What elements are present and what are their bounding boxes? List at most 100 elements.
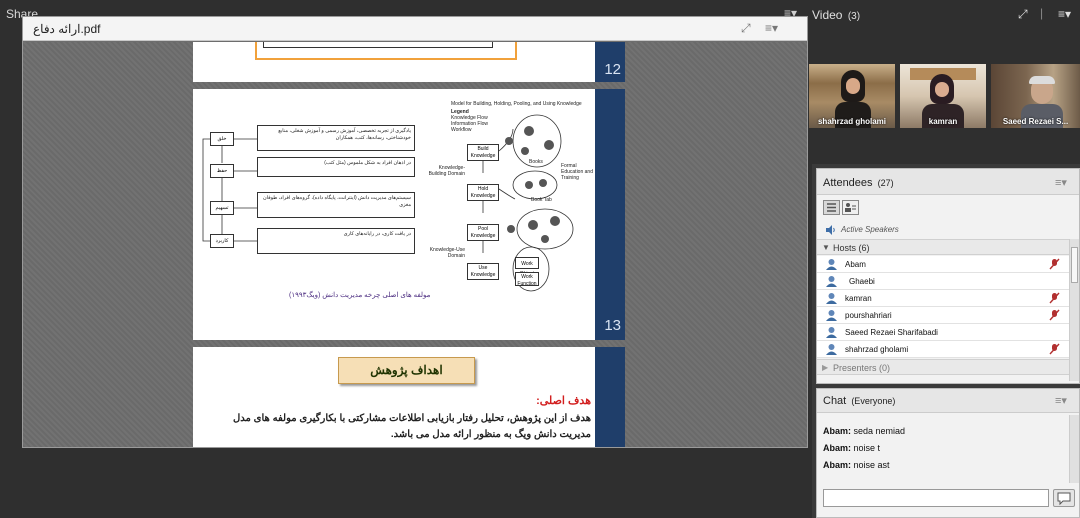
slide-12-inner-frame	[263, 42, 493, 48]
hosts-section[interactable]: ▼ Hosts (6)	[817, 239, 1069, 255]
side-label-books: Books	[529, 159, 543, 165]
list-view-icon	[827, 203, 836, 212]
chat-menu-icon[interactable]: ≡▾	[1055, 394, 1067, 407]
send-icon	[1057, 492, 1071, 506]
legend-item: Workflow	[451, 127, 472, 133]
domain-label-building: Knowledge-Building Domain	[428, 165, 465, 177]
chat-text: noise ast	[853, 460, 890, 470]
video-count: (3)	[847, 11, 861, 22]
user-icon	[826, 327, 837, 338]
video-menu-icon[interactable]: ≡▾	[1058, 7, 1071, 21]
slide-number: 13	[604, 317, 621, 334]
attendee-name: shahrzad gholami	[845, 345, 909, 354]
participant-face	[935, 82, 949, 97]
flow-box-apply: کاربرد	[210, 234, 234, 248]
chat-text: seda nemiad	[853, 426, 906, 436]
main-goal-heading: هدف اصلی:	[536, 395, 591, 407]
share-pod: Share ≡▾ ارائه دفاع.pdf ⤢ ≡▾ 12 خلق حفظ …	[0, 0, 812, 518]
attendee-name: kamran	[845, 294, 872, 303]
chat-label: Chat	[823, 395, 847, 407]
collapse-arrow-icon: ▶	[822, 363, 829, 372]
attendee-row[interactable]: pourshahriari	[817, 307, 1069, 324]
video-name: Saeed Rezaei S...	[1002, 117, 1069, 126]
video-feed[interactable]: shahrzad gholami	[809, 64, 895, 128]
desc-box-share: سیستم‌های مدیریت دانش (اینترانت، پایگاه …	[257, 192, 415, 218]
presenters-label: Presenters (0)	[833, 363, 891, 373]
scrollbar-thumb[interactable]	[1071, 247, 1078, 283]
speaker-icon	[826, 225, 835, 235]
chat-scrollbar[interactable]	[1069, 415, 1079, 483]
chat-author: Abam:	[823, 443, 852, 453]
hosts-label: Hosts (6)	[833, 243, 870, 253]
diagram-title: Model for Building, Holding, Pooling, an…	[451, 101, 582, 107]
pool-knowledge-box: Pool Knowledge	[467, 224, 499, 241]
divider: |	[1040, 6, 1044, 20]
attendees-label: Attendees	[823, 177, 873, 189]
desc-box-store: در اذهان افراد به شکل ملموس (مثل کتب)	[257, 157, 415, 177]
user-icon	[826, 293, 837, 304]
attendee-row[interactable]: kamran	[817, 290, 1069, 307]
document-title: ارائه دفاع.pdf	[33, 22, 101, 36]
video-title: Video	[812, 8, 843, 22]
attendee-row[interactable]: shahrzad gholami	[817, 341, 1069, 358]
active-speakers-label: Active Speakers	[841, 225, 899, 234]
video-feed[interactable]: Saeed Rezaei S...	[991, 64, 1080, 128]
work-function-box: Work Function	[515, 272, 539, 287]
slide-number: 12	[604, 61, 621, 78]
slide-12: 12	[193, 42, 625, 82]
main-goal-text: هدف از این پژوهش، تحلیل رفتار بازیابی اط…	[233, 413, 591, 440]
presenters-section[interactable]: ▶ Presenters (0)	[817, 359, 1069, 375]
work-object-box: Work Object	[515, 257, 539, 277]
fullscreen-icon[interactable]: ⤢	[741, 21, 751, 36]
list-view-button[interactable]	[823, 200, 840, 215]
chat-author: Abam:	[823, 460, 852, 470]
attendees-pod: Attendees (27) ≡▾ Active Speakers ▼ Host…	[816, 168, 1080, 384]
diagram-caption: مولفه های اصلی چرخه مدیریت دانش (ویگ۱۹۹۳…	[289, 292, 431, 299]
mic-muted-icon	[1049, 258, 1060, 270]
video-feed[interactable]: kamran	[900, 64, 986, 128]
document-menu-icon[interactable]: ≡▾	[765, 21, 778, 35]
desc-box-apply: در یافت کاری، در رایانه‌های کاری	[257, 228, 415, 254]
attendee-row[interactable]: Abam	[817, 256, 1069, 273]
attendees-scrollbar[interactable]	[1069, 239, 1079, 381]
chat-scope: (Everyone)	[851, 396, 896, 406]
send-button[interactable]	[1053, 489, 1075, 507]
meeting-room: Share ≡▾ ارائه دفاع.pdf ⤢ ≡▾ 12 خلق حفظ …	[0, 0, 1080, 518]
document-window: ارائه دفاع.pdf ⤢ ≡▾ 12 خلق حفظ تسهیم کار…	[22, 16, 808, 448]
video-name: shahrzad gholami	[817, 117, 886, 126]
chat-message: Abam: noise ast	[823, 460, 890, 470]
document-view[interactable]: 12 خلق حفظ تسهیم کاربرد یادگیری از تجربه…	[23, 42, 807, 447]
chat-input[interactable]	[823, 489, 1049, 507]
attendee-row[interactable]: Ghaebi	[817, 273, 1069, 290]
video-pod-title: Video (3)	[812, 8, 860, 22]
flow-box-create: خلق	[210, 132, 234, 146]
participant-face	[846, 78, 860, 94]
expand-arrow-icon: ▼	[822, 243, 830, 252]
hold-knowledge-box: Hold Knowledge	[467, 184, 499, 201]
chat-message: Abam: seda nemiad	[823, 426, 905, 436]
flow-box-store: حفظ	[210, 164, 234, 178]
detail-view-button[interactable]	[842, 200, 859, 215]
fullscreen-icon[interactable]: ⤢	[1018, 7, 1028, 22]
attendee-row[interactable]: Saeed Rezaei Sharifabadi	[817, 324, 1069, 341]
user-icon	[826, 310, 837, 321]
user-icon	[826, 259, 837, 270]
domain-label-use: Knowledge-Use Domain	[429, 247, 465, 259]
chat-pod: Chat (Everyone) ≡▾ Abam: seda nemiad Aba…	[816, 388, 1080, 518]
attendee-name: Abam	[845, 260, 866, 269]
user-icon	[826, 344, 837, 355]
attendees-menu-icon[interactable]: ≡▾	[1055, 176, 1067, 189]
document-titlebar: ارائه دفاع.pdf ⤢ ≡▾	[23, 17, 807, 41]
attendees-title: Attendees (27)	[823, 177, 894, 189]
slide-14: اهداف پژوهش هدف اصلی: هدف از این پژوهش، …	[193, 347, 625, 447]
use-knowledge-box: Use Knowledge	[467, 263, 499, 280]
chat-title: Chat (Everyone)	[823, 395, 895, 407]
chat-message: Abam: noise t	[823, 443, 880, 453]
slide-13: خلق حفظ تسهیم کاربرد یادگیری از تجربه تخ…	[193, 89, 625, 340]
desc-box-create: یادگیری از تجربه تخصصی، آموزش رسمی و آمو…	[257, 125, 415, 151]
attendee-name: Ghaebi	[849, 277, 875, 286]
slide-sidebar	[595, 89, 625, 340]
side-label-book-tab: Book Tab	[531, 197, 552, 203]
side-label-education: Formal Education and Training	[561, 163, 593, 181]
attendee-name: Saeed Rezaei Sharifabadi	[845, 328, 938, 337]
